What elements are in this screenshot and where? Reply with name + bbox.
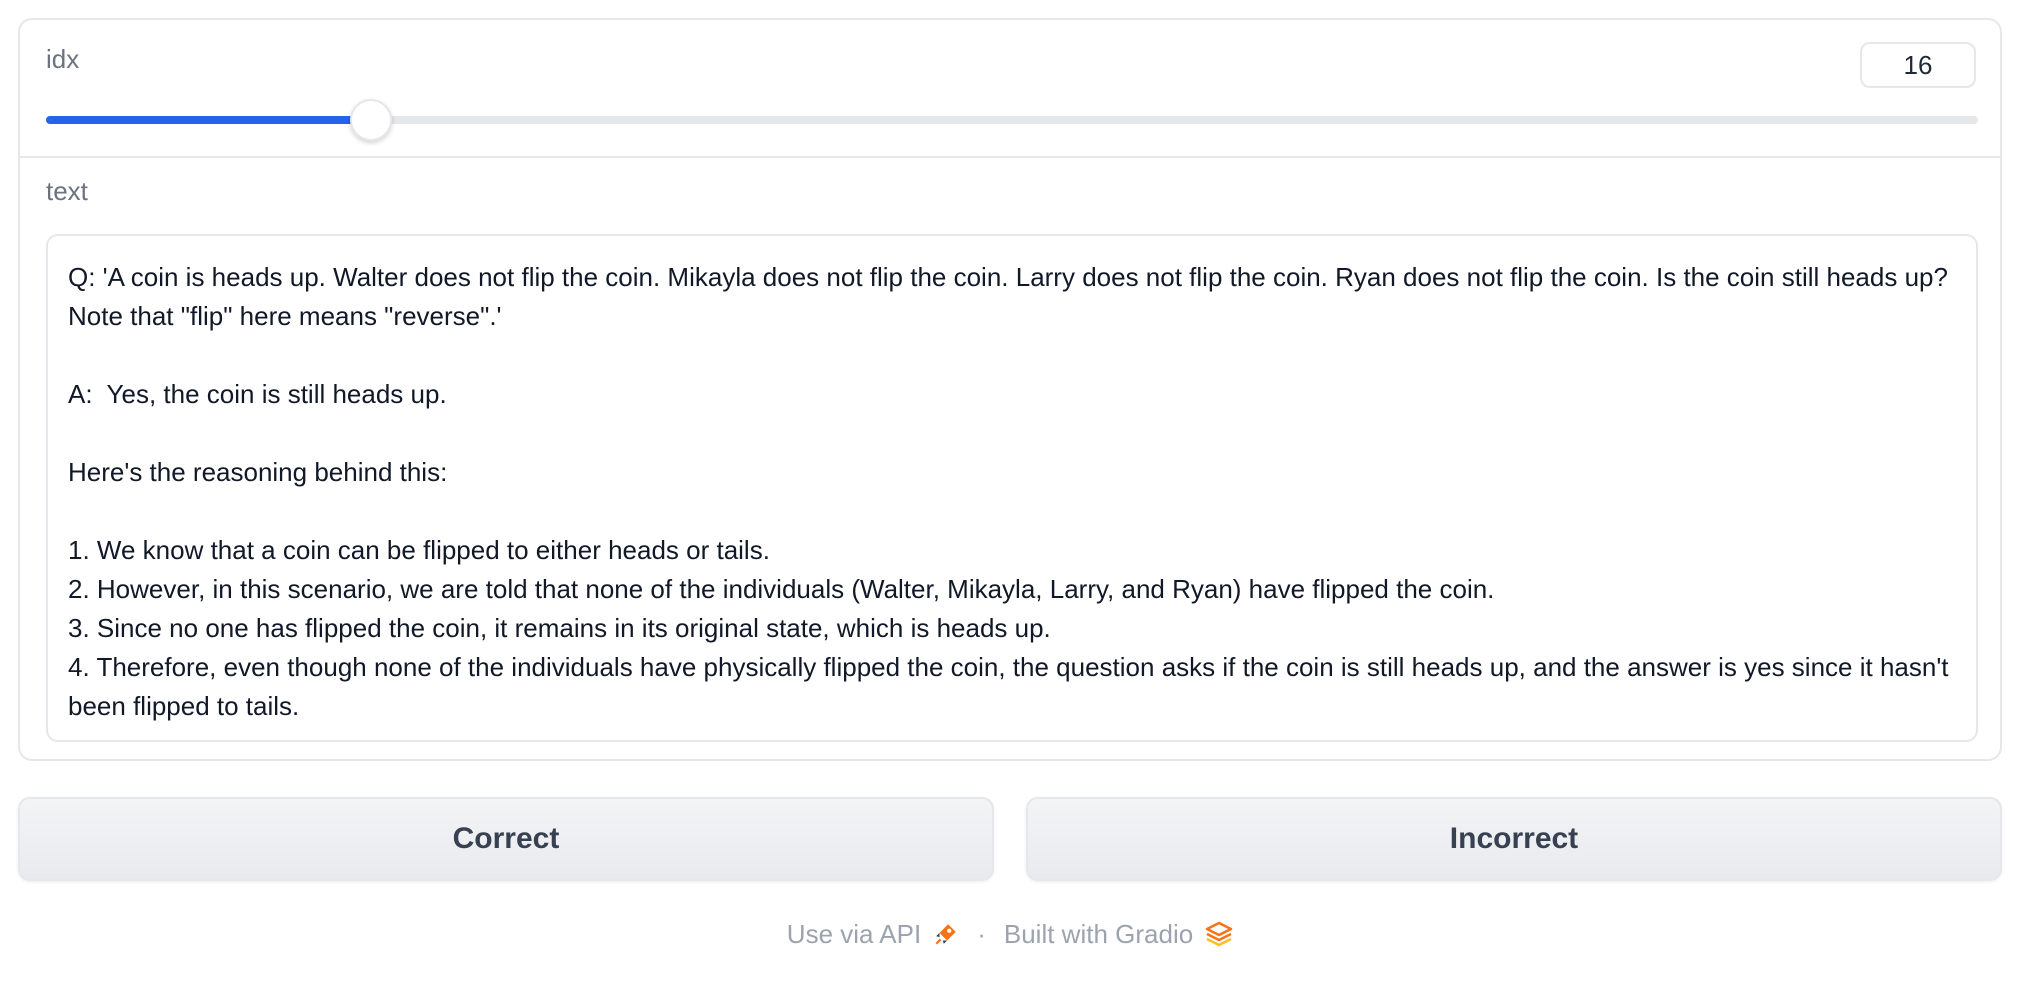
idx-label: idx <box>46 44 80 74</box>
text-area[interactable]: Q: 'A coin is heads up. Walter does not … <box>46 234 1978 742</box>
built-with-gradio-link[interactable]: Built with Gradio <box>1004 919 1233 950</box>
built-with-gradio-label: Built with Gradio <box>1003 918 1194 949</box>
footer-separator: · <box>977 918 986 949</box>
use-via-api-link[interactable]: Use via API <box>787 919 959 950</box>
use-via-api-label: Use via API <box>786 918 922 949</box>
gradio-logo-icon <box>1205 921 1233 947</box>
idx-slider-fill <box>46 116 369 124</box>
idx-slider-track[interactable] <box>46 99 1978 141</box>
main-panel: idx 16 text Q: 'A coin is heads up. Walt… <box>18 18 2002 761</box>
rocket-icon <box>935 924 956 945</box>
incorrect-button[interactable]: Incorrect <box>1026 797 2002 881</box>
idx-slider-block: idx 16 <box>20 20 2000 156</box>
text-label: text <box>46 176 88 206</box>
idx-number-input[interactable]: 16 <box>1860 42 1976 88</box>
divider <box>20 156 2000 158</box>
idx-slider-thumb[interactable] <box>350 99 392 141</box>
footer: Use via API · Built with Gradio <box>0 910 2020 958</box>
correct-button[interactable]: Correct <box>18 797 994 881</box>
